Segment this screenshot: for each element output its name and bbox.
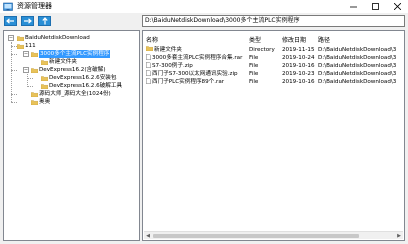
horizontal-scrollbar[interactable]: ◀ ▶: [144, 231, 403, 239]
file-path: D:\BaiduNetdiskDownload\3: [318, 63, 397, 69]
up-button[interactable]: [38, 16, 51, 26]
tree-item-root[interactable]: BaiduNetdiskDownload: [17, 34, 90, 42]
file-date: 2019-11-15: [282, 47, 315, 53]
folder-icon: [31, 67, 38, 73]
minimize-icon: [349, 6, 357, 8]
file-date: 2019-10-23: [282, 71, 315, 77]
file-name: 西门子PLC实例程序89个.rar: [152, 79, 225, 85]
file-name-cell: 3000多套主流PLC实例程序合集.rar: [146, 54, 247, 62]
file-type: File: [249, 63, 259, 69]
tree-item-plc-programs[interactable]: 3000多个主流PLC实例程序: [31, 50, 111, 58]
file-type: File: [249, 71, 259, 77]
path-input[interactable]: D:\BaiduNetdiskDownload\3000多个主流PLC实例程序: [142, 15, 405, 27]
tree-connector: [27, 86, 33, 87]
file-date: 2019-10-16: [282, 63, 315, 69]
tree-item-devexpress-installer[interactable]: DevExpress16.2.6安装包: [41, 74, 116, 82]
maximize-button[interactable]: [364, 0, 386, 13]
tree-item-devexpress[interactable]: DevExpress16.2(含破解): [31, 66, 106, 74]
folder-icon: [17, 35, 24, 41]
file-name-cell: 新建文件夹: [146, 46, 247, 54]
file-name-cell: 西门子PLC实例程序89个.rar: [146, 78, 247, 86]
scroll-right-icon[interactable]: ▶: [395, 232, 403, 240]
file-type: Directory: [249, 47, 275, 53]
folder-open-icon: [31, 51, 38, 57]
tree-item-label: 奥奥: [39, 99, 51, 105]
tree-connector: [11, 102, 17, 103]
collapse-toggle[interactable]: −: [8, 35, 14, 41]
scroll-left-icon[interactable]: ◀: [144, 232, 152, 240]
title-bar: 资源管理器: [0, 0, 408, 13]
file-name-cell: S7-300例子.zip: [146, 62, 247, 70]
list-item[interactable]: 西门子S7-300以太网通讯实验.zip File 2019-10-23 D:\…: [143, 70, 404, 78]
list-item[interactable]: S7-300例子.zip File 2019-10-16 D:\BaiduNet…: [143, 62, 404, 70]
column-header-path[interactable]: 路径: [318, 37, 330, 45]
close-icon: [393, 3, 401, 10]
list-item[interactable]: 西门子PLC实例程序89个.rar File 2019-10-16 D:\Bai…: [143, 78, 404, 86]
folder-icon: [41, 83, 48, 89]
tree-item-label: 111: [25, 43, 36, 49]
tree-item-devexpress-crack[interactable]: DevExpress16.2.6破解工具: [41, 82, 122, 90]
column-header-date[interactable]: 修改日期: [282, 37, 306, 45]
tree-item-label: 3000多个主流PLC实例程序: [39, 50, 111, 58]
tree-connector: [27, 78, 33, 79]
folder-icon: [17, 43, 24, 49]
folder-icon: [31, 91, 38, 97]
file-icon: [146, 70, 151, 76]
window-title: 资源管理器: [17, 2, 52, 10]
file-icon: [146, 78, 151, 84]
tree-item-label: DevExpress16.2.6破解工具: [49, 83, 123, 89]
tree-item-source-code[interactable]: 源码大师_源码大全(1024份): [31, 90, 111, 98]
column-header-name[interactable]: 名称: [146, 37, 158, 45]
back-button[interactable]: [4, 16, 17, 26]
file-date: 2019-10-16: [282, 79, 315, 85]
file-type: File: [249, 55, 259, 61]
tree-connector: [11, 54, 17, 55]
file-name: 新建文件夹: [154, 47, 182, 53]
folder-icon: [41, 59, 48, 65]
minimize-button[interactable]: [342, 0, 364, 13]
list-item[interactable]: 新建文件夹 Directory 2019-11-15 D:\BaiduNetdi…: [143, 46, 404, 54]
folder-icon: [41, 75, 48, 81]
arrow-up-icon: [41, 17, 48, 25]
file-path: D:\BaiduNetdiskDownload\3: [318, 71, 397, 77]
folder-icon: [31, 99, 38, 105]
scrollbar-thumb[interactable]: [153, 234, 359, 238]
arrow-left-icon: [6, 18, 14, 24]
tree-item-label: 源码大师_源码大全(1024份): [39, 91, 111, 97]
maximize-icon: [371, 3, 379, 10]
tree-connector: [11, 42, 12, 102]
tree-connector: [11, 94, 17, 95]
tree-item-label: BaiduNetdiskDownload: [25, 35, 90, 41]
tree-connector: [11, 70, 17, 71]
file-name: 西门子S7-300以太网通讯实验.zip: [152, 71, 238, 77]
file-path: D:\BaiduNetdiskDownload\3: [318, 47, 397, 53]
collapse-toggle[interactable]: −: [23, 67, 29, 73]
folder-icon: [146, 46, 153, 51]
file-type: File: [249, 79, 259, 85]
folder-tree[interactable]: − BaiduNetdiskDownload 111 − 3000多个主流PLC…: [3, 30, 140, 241]
file-path: D:\BaiduNetdiskDownload\3: [318, 79, 397, 85]
column-header-type[interactable]: 类型: [249, 37, 261, 45]
file-icon: [146, 62, 151, 68]
list-item[interactable]: 3000多套主流PLC实例程序合集.rar File 2019-10-24 D:…: [143, 54, 404, 62]
file-icon: [146, 54, 151, 60]
arrow-right-icon: [24, 18, 32, 24]
tree-item-label: DevExpress16.2.6安装包: [49, 75, 117, 81]
file-list[interactable]: 名称 类型 修改日期 路径 新建文件夹 Directory 2019-11-15…: [142, 30, 405, 241]
forward-button[interactable]: [21, 16, 34, 26]
close-button[interactable]: [386, 0, 408, 13]
app-icon: [3, 2, 13, 11]
file-name: 3000多套主流PLC实例程序合集.rar: [152, 55, 243, 61]
tree-item-aoao[interactable]: 奥奥: [31, 98, 50, 106]
file-name: S7-300例子.zip: [152, 63, 193, 69]
tree-item-new-folder[interactable]: 新建文件夹: [41, 58, 77, 66]
collapse-toggle[interactable]: −: [23, 51, 29, 57]
file-name-cell: 西门子S7-300以太网通讯实验.zip: [146, 70, 247, 78]
tree-item-label: DevExpress16.2(含破解): [39, 67, 106, 73]
file-path: D:\BaiduNetdiskDownload\3: [318, 55, 397, 61]
tree-item-111[interactable]: 111: [17, 42, 36, 50]
file-date: 2019-10-24: [282, 55, 315, 61]
tree-item-label: 新建文件夹: [49, 59, 77, 65]
